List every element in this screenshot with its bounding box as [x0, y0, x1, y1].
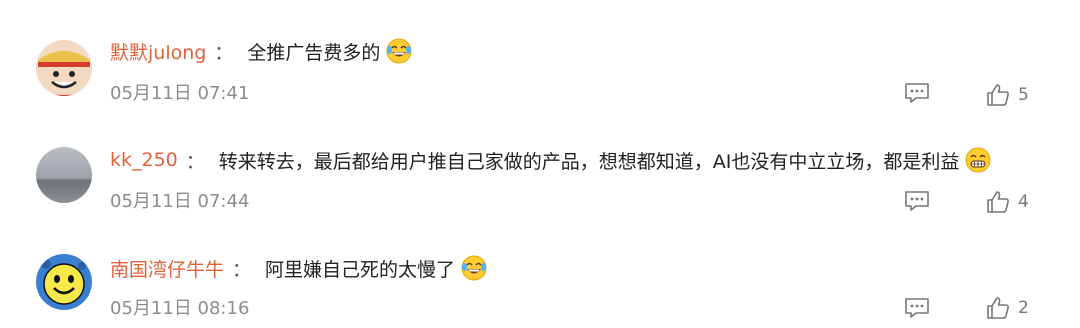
avatar[interactable] [36, 254, 92, 310]
separator: ： [232, 258, 252, 281]
comment-text: 转来转去，最后都给用户推自己家做的产品，想想都知道，AI也没有中立立场，都是利益 [218, 150, 960, 173]
like-button[interactable]: 2 [986, 295, 1029, 321]
comment-time: 05月11日 07:41 [110, 83, 250, 104]
comment-header: kk_250 ： 转来转去，最后都给用户推自己家做的产品，想想都知道，AI也没有… [110, 145, 991, 175]
comment-time: 05月11日 07:44 [110, 191, 250, 212]
thumbs-up-icon [986, 83, 1010, 107]
comment-header: 默默julong ： 全推广告费多的 [110, 36, 412, 66]
laughing-tears-emoji-icon [386, 38, 412, 64]
thumbs-up-icon [986, 296, 1010, 320]
separator: ： [185, 150, 205, 173]
comment-item: 默默julong ： 全推广告费多的 05月11日 07:41 5 [0, 0, 1080, 108]
like-count: 4 [1018, 192, 1029, 212]
comment-text: 阿里嫌自己死的太慢了 [265, 258, 456, 281]
like-button[interactable]: 4 [986, 189, 1029, 215]
comment-header: 南国湾仔牛牛 ： 阿里嫌自己死的太慢了 [110, 253, 487, 283]
comment-icon[interactable] [904, 297, 930, 319]
comment-item: kk_250 ： 转来转去，最后都给用户推自己家做的产品，想想都知道，AI也没有… [0, 108, 1080, 216]
like-count: 2 [1018, 298, 1029, 318]
username-link[interactable]: 南国湾仔牛牛 [110, 255, 224, 282]
grinning-emoji-icon [965, 147, 991, 173]
comment-icon[interactable] [904, 190, 930, 212]
comment-text: 全推广告费多的 [247, 41, 381, 64]
like-button[interactable]: 5 [986, 82, 1029, 108]
thumbs-up-icon [986, 190, 1010, 214]
separator: ： [214, 41, 234, 64]
like-count: 5 [1018, 85, 1029, 105]
avatar[interactable] [36, 40, 92, 96]
username-link[interactable]: 默默julong [110, 38, 206, 65]
comment-item: 南国湾仔牛牛 ： 阿里嫌自己死的太慢了 05月11日 08:16 2 [0, 216, 1080, 324]
comment-time: 05月11日 08:16 [110, 298, 250, 319]
avatar[interactable] [36, 147, 92, 203]
laughing-tears-emoji-icon [461, 255, 487, 281]
comment-icon[interactable] [904, 82, 930, 104]
username-link[interactable]: kk_250 [110, 149, 178, 171]
comment-list: 默默julong ： 全推广告费多的 05月11日 07:41 5 kk_250… [0, 0, 1080, 328]
